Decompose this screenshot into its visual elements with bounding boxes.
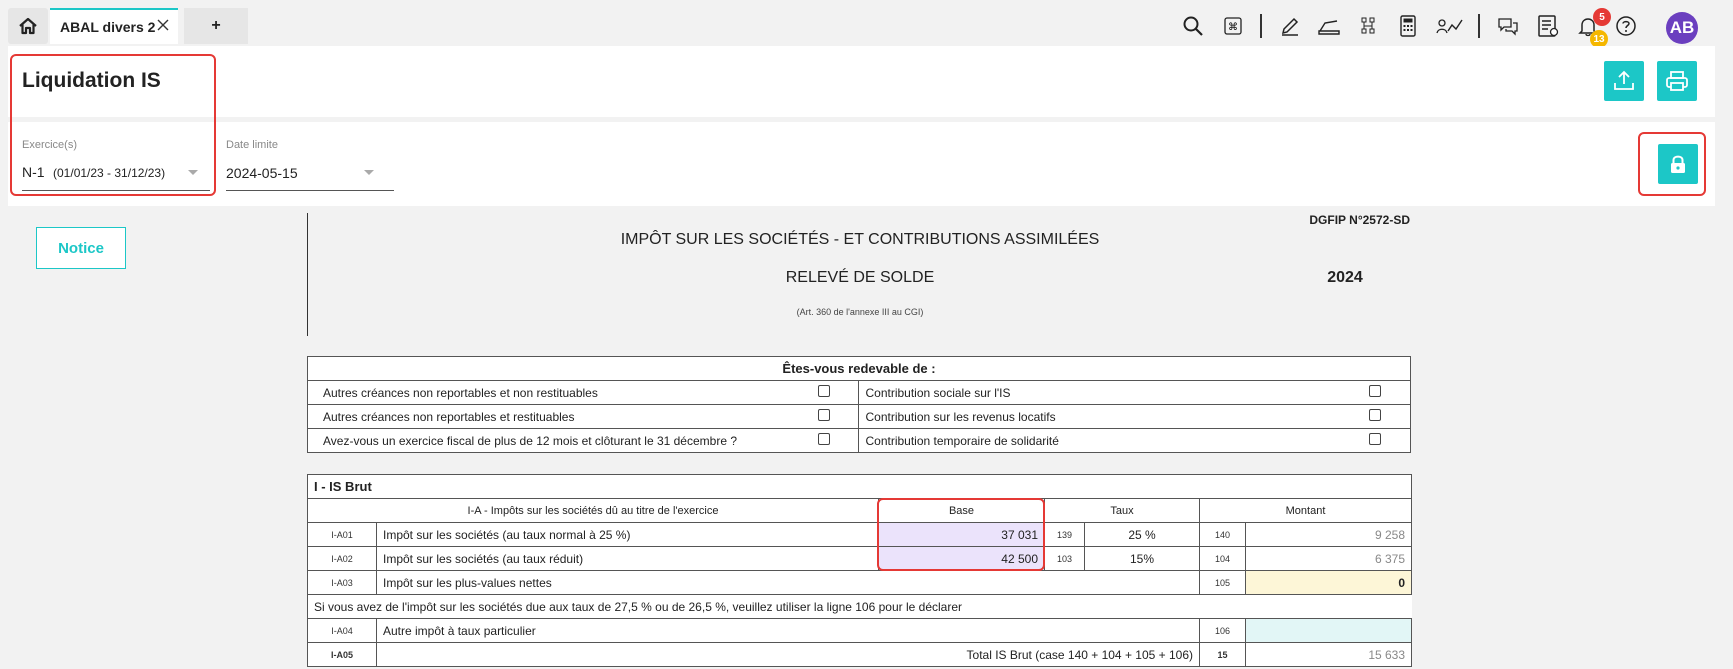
taux-code: 103	[1044, 546, 1085, 571]
montant-value: 6 375	[1244, 546, 1413, 571]
checkbox[interactable]	[817, 409, 830, 421]
row-label: Impôt sur les sociétés (au taux normal à…	[376, 522, 879, 547]
search-icon[interactable]	[1181, 14, 1205, 38]
command-icon[interactable]: ⌘	[1221, 14, 1245, 38]
avatar[interactable]: AB	[1666, 12, 1698, 44]
col-montant: Montant	[1198, 498, 1413, 523]
edit-icon[interactable]	[1278, 14, 1302, 38]
task-list-icon[interactable]	[1536, 14, 1560, 38]
row-label: Impôt sur les sociétés (au taux réduit)	[376, 546, 879, 571]
toolbar-divider	[1260, 14, 1262, 38]
form-subtitle: RELEVÉ DE SOLDE	[785, 269, 935, 286]
is-brut-table: I - IS Brut I-A - Impôts sur les société…	[306, 474, 1413, 667]
close-icon[interactable]	[156, 18, 170, 35]
checkbox[interactable]	[817, 385, 830, 397]
redevable-left-label: Autres créances non reportables et non r…	[307, 380, 790, 405]
redevable-right-label: Contribution sur les revenus locatifs	[858, 404, 1341, 429]
chat-icon[interactable]	[1496, 14, 1520, 38]
redevable-table: Êtes-vous redevable de : Autres créances…	[307, 356, 1411, 453]
col-taux: Taux	[1044, 498, 1200, 523]
redevable-right-label: Contribution temporaire de solidarité	[858, 428, 1341, 453]
montant-code: 140	[1199, 522, 1246, 547]
row-label: Autre impôt à taux particulier	[376, 618, 1200, 643]
montant-input[interactable]	[1244, 618, 1413, 643]
row-label: Total IS Brut (case 140 + 104 + 105 + 10…	[376, 642, 1200, 667]
info-text: Si vous avez de l'impôt sur les sociétés…	[306, 594, 1412, 619]
form-title: IMPÔT SUR LES SOCIÉTÉS - ET CONTRIBUTION…	[620, 231, 1100, 248]
form-reference: DGFIP N°2572-SD	[1309, 213, 1410, 227]
taux-code: 139	[1044, 522, 1085, 547]
home-button[interactable]	[8, 8, 48, 44]
table-row: I-A04 Autre impôt à taux particulier 106	[307, 618, 1413, 643]
montant-input[interactable]: 0	[1244, 570, 1413, 595]
montant-code: 15	[1199, 642, 1246, 667]
form-note: (Art. 360 de l'annexe III au CGI)	[796, 307, 924, 317]
date-underline	[226, 190, 394, 191]
page-header: Liquidation IS	[8, 46, 1715, 117]
scanner-icon[interactable]	[1317, 14, 1341, 38]
printer-icon	[1666, 71, 1688, 91]
org-chart-icon[interactable]	[1356, 14, 1380, 38]
top-bar: ABAL divers 2 + ⌘ 5 13 AB	[0, 0, 1733, 48]
tab-abal-divers-2[interactable]: ABAL divers 2	[50, 8, 178, 44]
form-left-border	[307, 213, 308, 336]
checkbox[interactable]	[1369, 385, 1382, 397]
highlight-box-lock	[1638, 132, 1706, 196]
table-row: I-A01 Impôt sur les sociétés (au taux no…	[307, 522, 1413, 547]
table-row: I-A05 Total IS Brut (case 140 + 104 + 10…	[307, 642, 1413, 667]
highlight-box-base	[877, 498, 1045, 571]
add-tab-button[interactable]: +	[184, 8, 248, 44]
row-code: I-A04	[307, 618, 377, 643]
date-label: Date limite	[226, 139, 278, 151]
svg-text:⌘: ⌘	[1228, 22, 1238, 33]
table-row: Autres créances non reportables et resti…	[307, 404, 1411, 429]
checkbox[interactable]	[1369, 433, 1382, 445]
row-label: Impôt sur les plus-values nettes	[376, 570, 1200, 595]
redevable-left-label: Autres créances non reportables et resti…	[307, 404, 790, 429]
checkbox[interactable]	[1369, 409, 1382, 421]
subheader: I-A - Impôts sur les sociétés dû au titr…	[307, 498, 879, 523]
export-button[interactable]	[1604, 61, 1644, 101]
table-row: I-A02 Impôt sur les sociétés (au taux ré…	[307, 546, 1413, 571]
table-row: Avez-vous un exercice fiscal de plus de …	[307, 428, 1411, 453]
row-code: I-A03	[307, 570, 377, 595]
taux-value: 25 %	[1084, 522, 1200, 547]
home-icon	[19, 17, 37, 35]
montant-value: 15 633	[1244, 642, 1413, 667]
date-select[interactable]: 2024-05-15	[226, 165, 384, 181]
analytics-icon[interactable]	[1436, 14, 1464, 38]
montant-value: 9 258	[1244, 522, 1413, 547]
row-code: I-A02	[307, 546, 377, 571]
highlight-box-title-exercice	[10, 54, 216, 196]
section-title: I - IS Brut	[306, 474, 1413, 499]
form-year: 2024	[1327, 269, 1363, 286]
table-row: Autres créances non reportables et non r…	[307, 380, 1411, 405]
row-code: I-A01	[307, 522, 377, 547]
montant-code: 106	[1199, 618, 1246, 643]
notification-badge-red: 5	[1593, 8, 1611, 26]
redevable-left-label: Avez-vous un exercice fiscal de plus de …	[307, 428, 790, 453]
tab-label: ABAL divers 2	[60, 19, 156, 35]
redevable-right-label: Contribution sociale sur l'IS	[858, 380, 1341, 405]
print-button[interactable]	[1657, 61, 1697, 101]
table-row: I-A03 Impôt sur les plus-values nettes 1…	[307, 570, 1413, 595]
chevron-down-icon	[364, 170, 374, 175]
row-code: I-A05	[307, 642, 377, 667]
checkbox[interactable]	[817, 433, 830, 445]
upload-icon	[1614, 70, 1634, 90]
montant-code: 105	[1199, 570, 1246, 595]
taux-value: 15%	[1084, 546, 1200, 571]
calculator-icon[interactable]	[1396, 14, 1420, 38]
toolbar-divider	[1478, 14, 1480, 38]
redevable-header: Êtes-vous redevable de :	[307, 356, 1411, 381]
filter-bar: Exercice(s) N-1 (01/01/23 - 31/12/23) Da…	[8, 122, 1715, 206]
help-icon[interactable]	[1614, 14, 1638, 38]
notice-button[interactable]: Notice	[36, 227, 126, 269]
montant-code: 104	[1199, 546, 1246, 571]
